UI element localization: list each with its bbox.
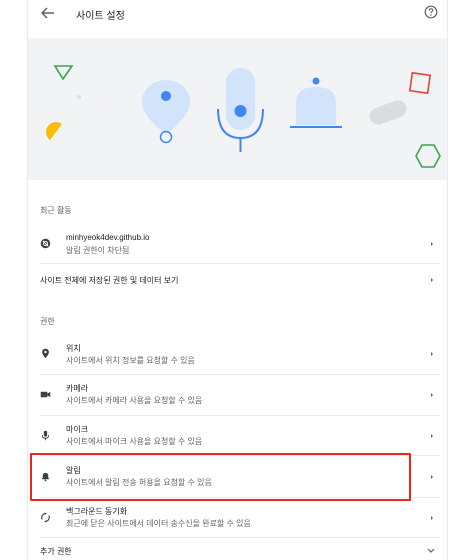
hexagon-shape [415,144,441,168]
chevron-right-icon [431,242,433,246]
location-title: 위치 [66,344,81,353]
permission-row-location[interactable]: 위치 사이트에서 위치 정보를 요청할 수 있음 [28,334,447,375]
microphone-subtitle: 사이트에서 마이크 사용을 요청할 수 있음 [66,437,203,446]
arrow-back-icon[interactable] [38,5,56,21]
triangle-shape [53,65,74,81]
chevron-right-icon [431,516,433,520]
chevron-right-icon [431,278,433,282]
recent-site-row[interactable]: minhyeok4dev.github.io 알림 권한이 차단됨 [28,224,447,264]
microphone-illustration [217,68,264,152]
pill-shape [369,100,407,125]
recent-activity-label: 최근 활동 [40,206,72,215]
additional-permissions-row[interactable]: 추가 권한 [28,538,447,560]
location-pin-illustration [142,80,190,144]
chevron-right-icon [431,352,433,356]
yellow-half-circle-shape [46,122,62,140]
square-shape [408,71,432,95]
camera-icon [40,391,51,398]
page: 사이트 설정 최근 활동 minhyeok4dev.github.io 알림 권… [0,0,470,560]
camera-title: 카메라 [66,384,89,393]
notifications-subtitle: 사이트에서 알림 전송 허용을 요청할 수 있음 [66,478,212,487]
permission-row-microphone[interactable]: 마이크 사이트에서 마이크 사용을 요청할 수 있음 [28,416,447,456]
all-sites-label: 사이트 전체에 저장된 권한 및 데이터 보기 [40,276,179,285]
chevron-right-icon [431,393,433,397]
permission-row-camera[interactable]: 카메라 사이트에서 카메라 사용을 요청할 수 있음 [28,375,447,416]
camera-subtitle: 사이트에서 카메라 사용을 요청할 수 있음 [66,396,203,405]
hero-graphic [46,65,441,168]
chevron-right-icon [431,434,433,438]
notifications-title: 알림 [66,466,81,475]
dot-shape [76,94,82,100]
header: 사이트 설정 [28,0,447,28]
background-sync-subtitle: 최근에 닫은 사이트에서 데이터 송수신을 완료할 수 있음 [66,519,251,528]
bell-illustration [290,77,342,128]
permission-row-background-sync[interactable]: 백그라운드 동기화 최근에 닫은 사이트에서 데이터 송수신을 완료할 수 있음 [28,498,447,538]
chevron-down-icon [427,548,435,553]
page-title: 사이트 설정 [76,11,125,22]
sync-icon [41,512,50,523]
help-icon[interactable] [424,5,438,19]
site-icon [40,238,51,249]
background-sync-title: 백그라운드 동기화 [66,507,128,516]
location-icon [42,348,49,359]
recent-site-subtitle: 알림 권한이 차단됨 [66,246,130,255]
permission-row-notifications[interactable]: 알림 사이트에서 알림 전송 허용을 요청할 수 있음 [28,456,447,498]
all-sites-row[interactable]: 사이트 전체에 저장된 권한 및 데이터 보기 [28,264,447,294]
chevron-right-icon [431,475,433,479]
notifications-icon [42,472,49,482]
additional-permissions-label: 추가 권한 [40,547,72,556]
mic-icon [41,430,50,441]
microphone-title: 마이크 [66,425,89,434]
location-subtitle: 사이트에서 위치 정보를 요청할 수 있음 [66,356,195,365]
permissions-label: 권한 [40,317,55,326]
recent-site-title: minhyeok4dev.github.io [66,233,150,242]
settings-card: 사이트 설정 최근 활동 minhyeok4dev.github.io 알림 권… [27,0,448,560]
hero-illustration [28,38,447,180]
